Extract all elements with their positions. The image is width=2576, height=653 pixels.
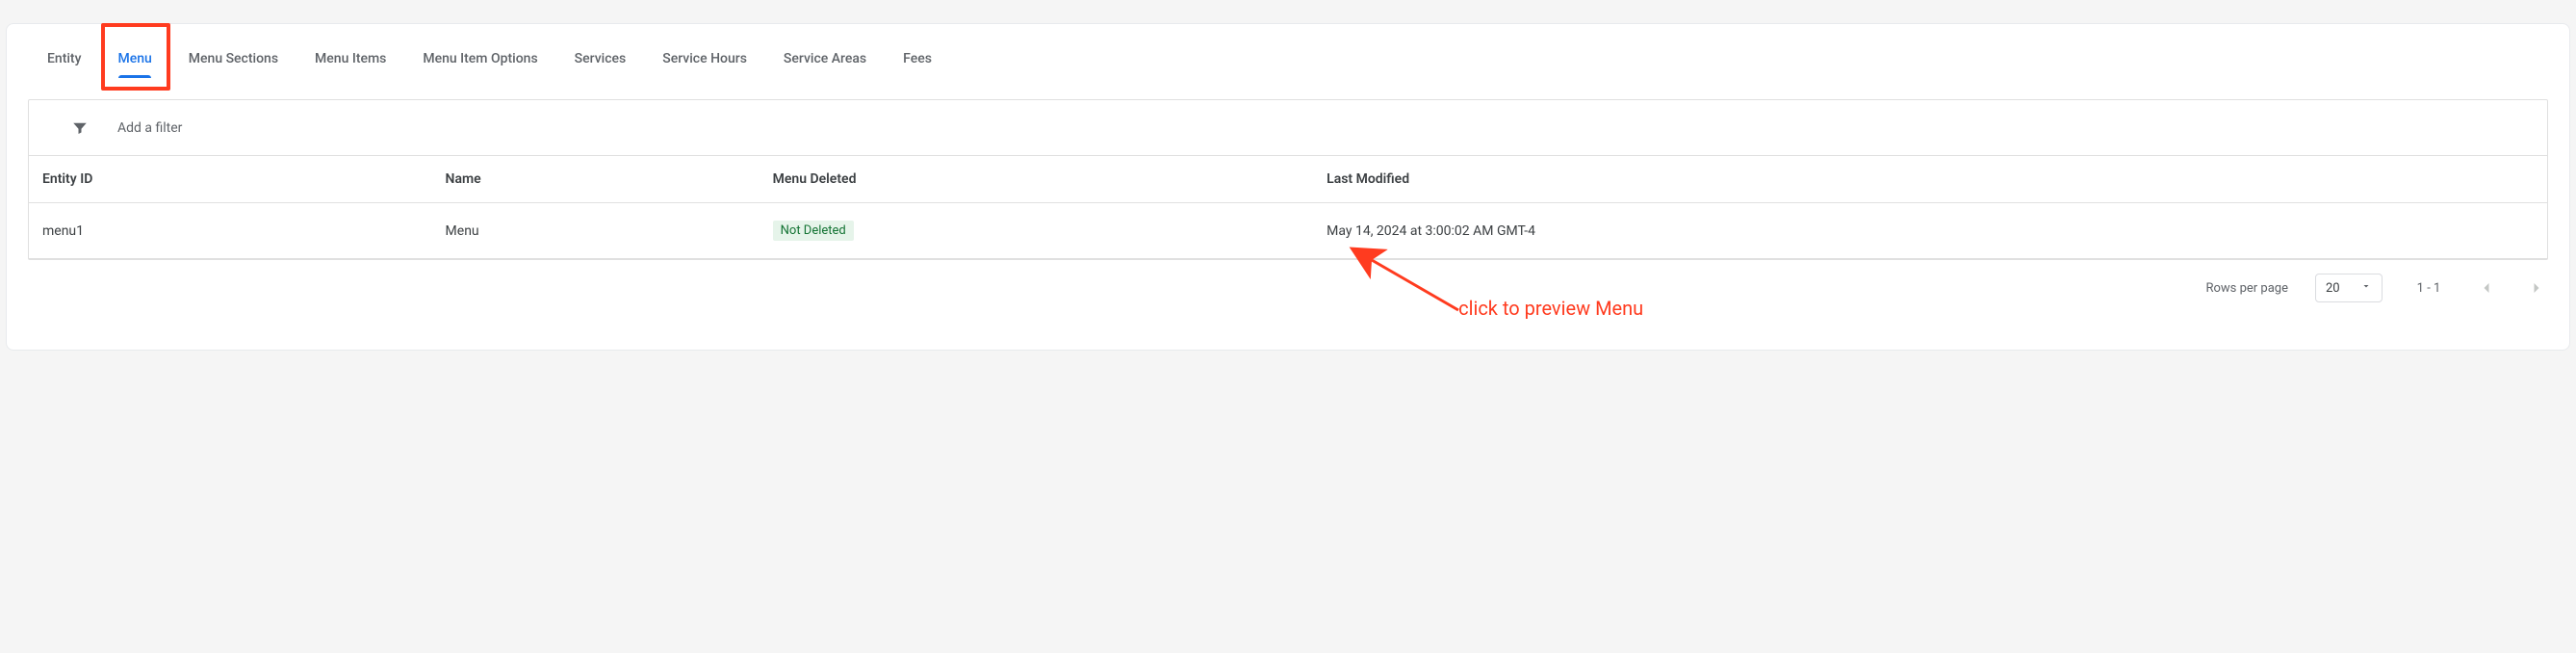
column-header-entity-id[interactable]: Entity ID [29,156,432,203]
content-card: Entity Menu Menu Sections Menu Items Menu It… [6,23,2570,351]
tab-services[interactable]: Services [571,45,631,72]
caret-down-icon [2360,280,2372,296]
cell-name: Menu [432,203,760,259]
tab-menu-items[interactable]: Menu Items [311,45,390,72]
rows-per-page-select[interactable]: 20 [2315,274,2383,302]
cell-entity-id: menu1 [29,203,432,259]
column-header-name[interactable]: Name [432,156,760,203]
tab-entity[interactable]: Entity [43,45,85,72]
rows-per-page-label: Rows per page [2205,281,2288,296]
pagination-prev-button[interactable] [2475,276,2498,300]
tab-service-hours[interactable]: Service Hours [658,45,751,72]
pagination-range: 1 - 1 [2409,281,2448,296]
column-header-last-modified[interactable]: Last Modified [1313,156,2547,203]
filter-icon [71,119,89,137]
tab-menu-sections[interactable]: Menu Sections [185,45,282,72]
tab-fees[interactable]: Fees [899,45,936,72]
data-table-container: Add a filter Entity ID Name Menu Deleted… [28,99,2548,260]
data-table: Entity ID Name Menu Deleted Last Modifie… [29,156,2547,259]
tab-service-areas[interactable]: Service Areas [780,45,870,72]
column-header-menu-deleted[interactable]: Menu Deleted [760,156,1314,203]
table-row[interactable]: menu1Menu Not Deleted May 14, 2024 at 3:00… [29,203,2547,259]
pagination-bar: Rows per page 20 1 - 1 [7,260,2569,304]
status-badge: Not Deleted [773,221,854,241]
filter-bar[interactable]: Add a filter [29,100,2547,156]
rows-per-page-value: 20 [2326,281,2340,296]
cell-menu-deleted: Not Deleted [760,203,1314,259]
pagination-next-button[interactable] [2525,276,2548,300]
tabs-bar: Entity Menu Menu Sections Menu Items Menu It… [7,24,2569,82]
cell-last-modified: May 14, 2024 at 3:00:02 AM GMT-4 [1313,203,2547,259]
tab-menu[interactable]: Menu [114,45,155,72]
tab-menu-item-options[interactable]: Menu Item Options [419,45,541,72]
filter-placeholder: Add a filter [117,120,182,136]
